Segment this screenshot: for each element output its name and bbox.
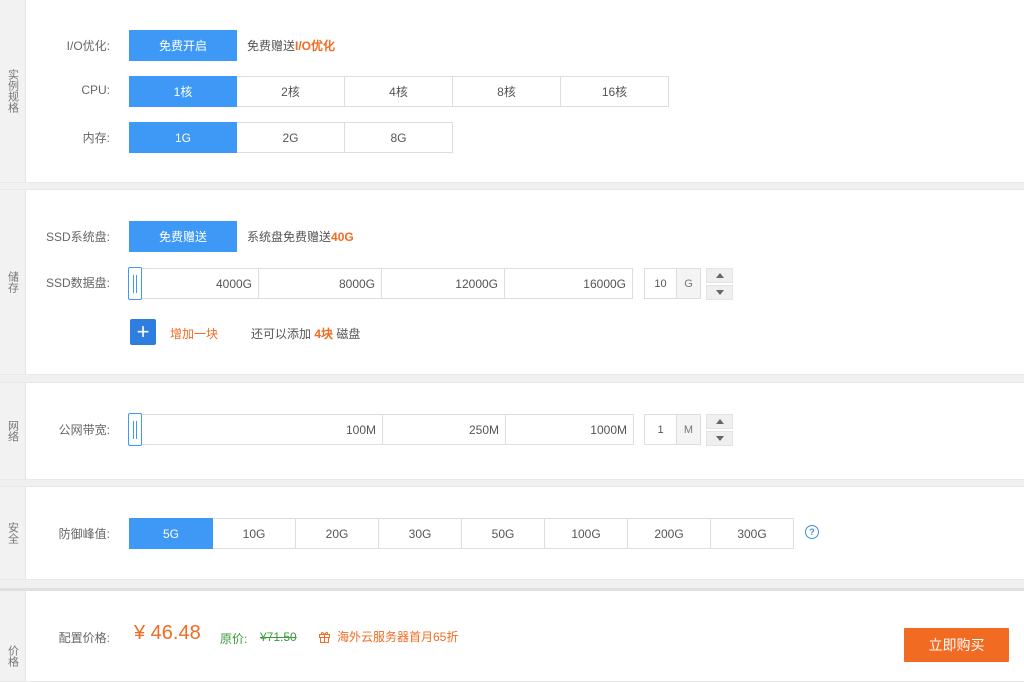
cpu-option-4[interactable]: 4核	[344, 76, 453, 107]
cpu-label: CPU:	[81, 83, 110, 97]
ddos-option-10g[interactable]: 10G	[212, 518, 296, 549]
add-disk-button[interactable]: +	[130, 319, 156, 345]
memory-label: 内存:	[82, 131, 110, 145]
cpu-option-8[interactable]: 8核	[452, 76, 561, 107]
ddos-option-200g[interactable]: 200G	[627, 518, 711, 549]
data-disk-size-unit: G	[677, 268, 701, 299]
io-label: I/O优化:	[66, 39, 110, 53]
triangle-down-icon	[715, 290, 724, 295]
system-disk-option-free[interactable]: 免费赠送	[129, 221, 237, 252]
data-disk-slider[interactable]: 4000G 8000G 12000G 16000G	[128, 267, 633, 300]
system-disk-options: 免费赠送	[129, 221, 237, 252]
data-disk-increment-button[interactable]	[706, 268, 733, 283]
ddos-option-30g[interactable]: 30G	[378, 518, 462, 549]
system-disk-label: SSD系统盘:	[45, 230, 110, 244]
network-side-label: 网络	[0, 383, 26, 479]
data-disk-tick-8000g: 8000G	[258, 268, 382, 299]
bandwidth-tick-1000m: 1000M	[505, 414, 634, 445]
storage-section: 储存 SSD系统盘: 免费赠送 系统盘免费赠送40G SSD数据盘: 4000G…	[0, 189, 1024, 375]
triangle-down-icon	[715, 436, 724, 441]
security-side-label: 安全	[0, 487, 26, 579]
io-note: 免费赠送I/O优化	[247, 37, 335, 54]
add-disk-note-highlight: 4块	[314, 327, 334, 341]
data-disk-slider-handle[interactable]	[128, 267, 142, 300]
pricing-section: 价格 配置价格: ¥ 46.48 原价: ¥71.50 海外云服务器首月65折 …	[0, 588, 1024, 682]
system-disk-note: 系统盘免费赠送40G	[247, 228, 354, 245]
network-section: 网络 公网带宽: 100M 250M 1000M 1 M	[0, 382, 1024, 480]
ddos-option-300g[interactable]: 300G	[710, 518, 794, 549]
promo-text: 海外云服务器首月65折	[337, 630, 459, 644]
ddos-option-5g[interactable]: 5G	[129, 518, 213, 549]
memory-options: 1G 2G 8G	[129, 122, 453, 153]
data-disk-stepper	[706, 268, 733, 302]
bandwidth-slider-handle[interactable]	[128, 413, 142, 446]
data-disk-tick-16000g: 16000G	[504, 268, 633, 299]
add-disk-note-suffix: 磁盘	[333, 327, 361, 341]
data-disk-tick-4000g: 4000G	[129, 268, 259, 299]
data-disk-size-box: 10 G	[644, 268, 701, 299]
triangle-up-icon	[715, 419, 724, 424]
data-disk-size-input[interactable]: 10	[644, 268, 677, 299]
bandwidth-tick-250m: 250M	[382, 414, 506, 445]
bandwidth-slider[interactable]: 100M 250M 1000M	[128, 413, 634, 446]
current-price: ¥ 46.48	[134, 622, 201, 644]
system-disk-note-highlight: 40G	[331, 230, 354, 244]
bandwidth-decrement-button[interactable]	[706, 431, 733, 446]
bandwidth-box: 1 M	[644, 414, 701, 445]
plus-icon: +	[136, 319, 150, 344]
triangle-up-icon	[715, 273, 724, 278]
memory-option-2g[interactable]: 2G	[236, 122, 345, 153]
promo: 海外云服务器首月65折	[318, 628, 458, 645]
spec-side-label: 实例规格	[0, 0, 26, 182]
io-note-highlight: I/O优化	[295, 39, 336, 53]
pricing-side-label: 价格	[0, 591, 26, 681]
spec-section: 实例规格 I/O优化: 免费开启 免费赠送I/O优化 CPU: 1核 2核 4核…	[0, 0, 1024, 183]
memory-option-8g[interactable]: 8G	[344, 122, 453, 153]
ddos-option-100g[interactable]: 100G	[544, 518, 628, 549]
io-options: 免费开启	[129, 30, 237, 61]
ddos-option-50g[interactable]: 50G	[461, 518, 545, 549]
system-disk-note-prefix: 系统盘免费赠送	[247, 230, 332, 244]
original-price: ¥71.50	[260, 630, 297, 644]
ddos-option-20g[interactable]: 20G	[295, 518, 379, 549]
buy-now-button[interactable]: 立即购买	[904, 628, 1009, 662]
bandwidth-tick-100m: 100M	[129, 414, 383, 445]
storage-side-label: 储存	[0, 190, 26, 374]
data-disk-decrement-button[interactable]	[706, 285, 733, 300]
bandwidth-unit: M	[677, 414, 701, 445]
gift-icon	[319, 632, 330, 643]
add-disk-note: 还可以添加 4块 磁盘	[251, 325, 360, 342]
bandwidth-label: 公网带宽:	[58, 423, 110, 437]
ddos-label: 防御峰值:	[58, 527, 110, 541]
data-disk-tick-12000g: 12000G	[381, 268, 505, 299]
question-circle-icon[interactable]: ?	[805, 525, 819, 539]
data-disk-label: SSD数据盘:	[45, 276, 110, 290]
security-section: 安全 防御峰值: 5G 10G 20G 30G 50G 100G 200G 30…	[0, 486, 1024, 580]
memory-option-1g[interactable]: 1G	[129, 122, 237, 153]
ddos-options: 5G 10G 20G 30G 50G 100G 200G 300G	[129, 518, 794, 549]
original-price-label: 原价:	[220, 632, 248, 646]
add-disk-link[interactable]: 增加一块	[170, 325, 218, 342]
cpu-option-1[interactable]: 1核	[129, 76, 237, 107]
bandwidth-input[interactable]: 1	[644, 414, 677, 445]
add-disk-note-prefix: 还可以添加	[251, 327, 315, 341]
price-label: 配置价格:	[58, 631, 110, 645]
cpu-option-16[interactable]: 16核	[560, 76, 669, 107]
io-option-free[interactable]: 免费开启	[129, 30, 237, 61]
bandwidth-stepper	[706, 414, 733, 448]
io-note-prefix: 免费赠送	[247, 39, 296, 53]
cpu-options: 1核 2核 4核 8核 16核	[129, 76, 669, 107]
cpu-option-2[interactable]: 2核	[236, 76, 345, 107]
bandwidth-increment-button[interactable]	[706, 414, 733, 429]
